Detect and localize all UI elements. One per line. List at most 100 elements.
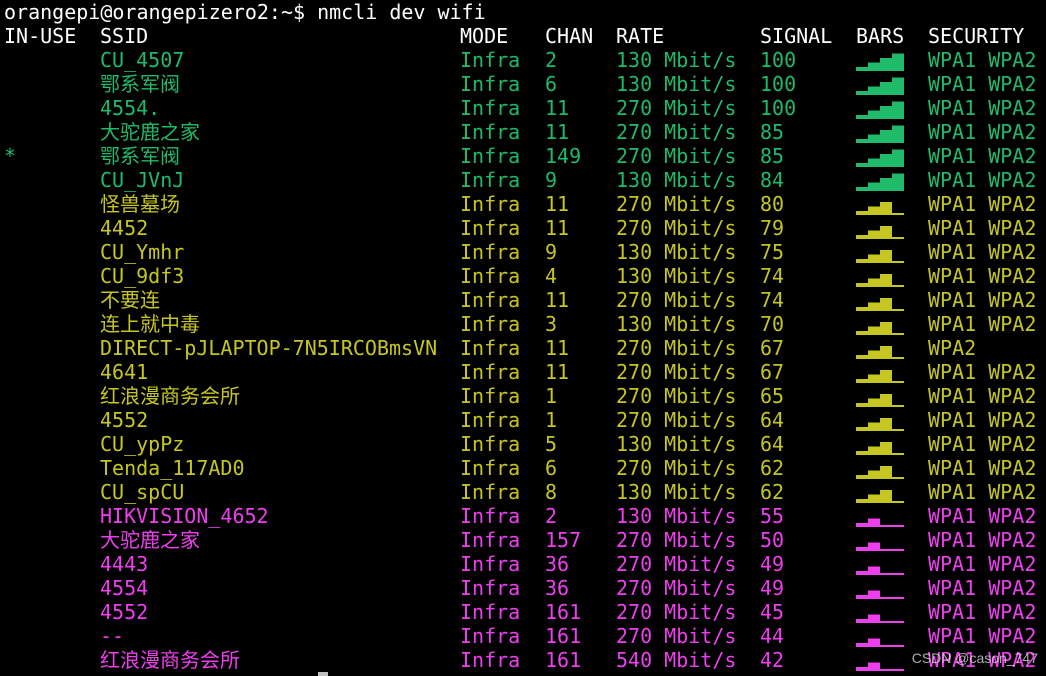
signal-bar <box>868 254 880 263</box>
signal-bars-graphic <box>856 346 904 359</box>
cell-security: WPA1 WPA2 <box>928 576 1037 600</box>
signal-bar <box>856 403 868 407</box>
cell-mode: Infra <box>460 120 521 144</box>
signal-bars-graphic <box>856 518 904 527</box>
network-row: 大驼鹿之家 Infra 11 270 Mbit/s 85 WPA1 WPA2 <box>0 120 1046 144</box>
network-row: HIKVISION_4652 Infra 2 130 Mbit/s 55 WPA1 WPA… <box>0 504 1046 528</box>
cell-ssid: 4641 <box>100 360 149 384</box>
signal-bar <box>856 163 868 167</box>
signal-bar <box>868 302 880 311</box>
signal-bar <box>868 470 880 479</box>
cell-ssid: 大驼鹿之家 <box>100 120 200 144</box>
cell-signal: 79 <box>760 216 785 240</box>
cell-ssid: 连上就中毒 <box>100 312 200 336</box>
signal-bar <box>880 202 892 215</box>
network-row: 4554. Infra 11 270 Mbit/s 100 WPA1 WPA2 <box>0 96 1046 120</box>
cell-chan: 11 <box>545 216 570 240</box>
cell-rate: 270 Mbit/s <box>616 336 737 360</box>
cell-rate: 130 Mbit/s <box>616 480 737 504</box>
signal-bar <box>868 398 880 407</box>
signal-bars-graphic <box>856 590 904 599</box>
signal-bars-icon <box>856 480 906 504</box>
cell-chan: 2 <box>545 48 558 72</box>
network-row: 4552 Infra 1 270 Mbit/s 64 WPA1 WPA2 <box>0 408 1046 432</box>
cell-rate: 270 Mbit/s <box>616 216 737 240</box>
cell-chan: 5 <box>545 432 558 456</box>
signal-bars-graphic <box>856 173 904 191</box>
signal-bar <box>892 366 904 384</box>
cell-security: WPA1 WPA2 <box>928 192 1037 216</box>
signal-bar <box>892 630 904 648</box>
signal-bars-graphic <box>856 614 904 623</box>
cell-mode: Infra <box>460 288 521 312</box>
cell-mode: Infra <box>460 48 521 72</box>
cell-signal: 100 <box>760 96 797 120</box>
cell-ssid: 4552 <box>100 600 149 624</box>
cell-security: WPA1 WPA2 <box>928 264 1037 288</box>
watermark: CSDN @cason_747 <box>911 650 1038 666</box>
signal-bar <box>880 418 892 431</box>
signal-bar <box>892 462 904 480</box>
signal-bar <box>868 206 880 215</box>
cell-chan: 36 <box>545 552 570 576</box>
signal-bar <box>868 158 880 167</box>
signal-bar <box>892 101 904 119</box>
cell-mode: Infra <box>460 624 521 648</box>
cell-signal: 55 <box>760 504 785 528</box>
signal-bar <box>892 534 904 552</box>
cell-mode: Infra <box>460 264 521 288</box>
cell-mode: Infra <box>460 504 521 528</box>
cell-ssid: 4554 <box>100 576 149 600</box>
network-row: 连上就中毒 Infra 3 130 Mbit/s 70 WPA1 WPA2 <box>0 312 1046 336</box>
table-header: IN-USE SSID MODE CHAN RATE SIGNAL BARS S… <box>0 24 1046 48</box>
signal-bar <box>856 187 868 191</box>
signal-bars-icon <box>856 360 906 384</box>
cell-mode: Infra <box>460 480 521 504</box>
signal-bars-icon <box>856 312 906 336</box>
header-rate: RATE <box>616 24 665 48</box>
signal-bar <box>868 518 880 527</box>
signal-bars-icon <box>856 144 906 168</box>
network-row: 红浪漫商务会所 Infra 161 540 Mbit/s 42 WPA1 WPA2 <box>0 648 1046 672</box>
cell-security: WPA1 WPA2 <box>928 96 1037 120</box>
cell-ssid: -- <box>100 624 125 648</box>
cell-mode: Infra <box>460 648 521 672</box>
signal-bar <box>868 494 880 503</box>
command-line: orangepi@orangepizero2:~$ nmcli dev wifi <box>0 0 1046 24</box>
cell-rate: 270 Mbit/s <box>616 144 737 168</box>
signal-bar <box>868 614 880 623</box>
cell-mode: Infra <box>460 528 521 552</box>
cell-chan: 11 <box>545 96 570 120</box>
cell-ssid: CU_ypPz <box>100 432 185 456</box>
cell-mode: Infra <box>460 552 521 576</box>
signal-bar <box>868 62 880 71</box>
network-row: Tenda_117AD0 Infra 6 270 Mbit/s 62 WPA1 WPA2 <box>0 456 1046 480</box>
signal-bar <box>856 379 868 383</box>
signal-bars-graphic <box>856 662 904 671</box>
signal-bar <box>856 547 868 551</box>
header-chan: CHAN <box>545 24 594 48</box>
cell-chan: 161 <box>545 600 582 624</box>
cell-chan: 161 <box>545 648 582 672</box>
signal-bars-graphic <box>856 566 904 575</box>
signal-bars-icon <box>856 264 906 288</box>
cell-ssid: Tenda_117AD0 <box>100 456 245 480</box>
signal-bar <box>880 226 892 239</box>
cell-chan: 4 <box>545 264 558 288</box>
terminal-cursor <box>318 672 328 676</box>
signal-bars-graphic <box>856 630 904 648</box>
cell-security: WPA1 WPA2 <box>928 48 1037 72</box>
cell-chan: 9 <box>545 240 558 264</box>
terminal-window[interactable]: orangepi@orangepizero2:~$ nmcli dev wifi… <box>0 0 1046 676</box>
signal-bar <box>868 326 880 335</box>
signal-bar <box>880 322 892 335</box>
signal-bars-graphic <box>856 442 904 455</box>
signal-bar <box>856 595 868 599</box>
signal-bars-icon <box>856 216 906 240</box>
cell-signal: 50 <box>760 528 785 552</box>
cell-signal: 42 <box>760 648 785 672</box>
network-row: 怪兽墓场 Infra 11 270 Mbit/s 80 WPA1 WPA2 <box>0 192 1046 216</box>
cell-ssid: 怪兽墓场 <box>100 192 180 216</box>
cell-ssid: 4552 <box>100 408 149 432</box>
cell-security: WPA1 WPA2 <box>928 288 1037 312</box>
